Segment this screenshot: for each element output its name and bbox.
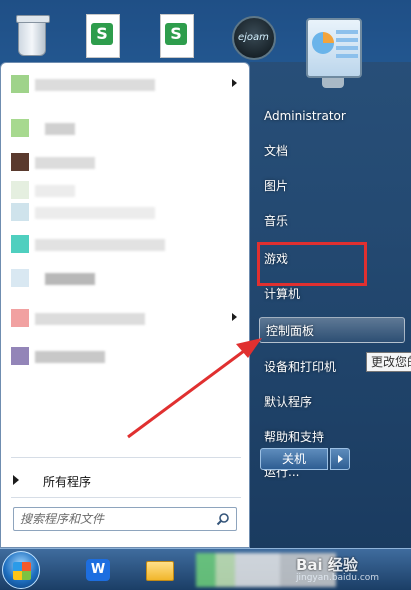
- shutdown-button[interactable]: 关机: [260, 448, 328, 470]
- all-programs-button[interactable]: 所有程序: [1, 465, 251, 495]
- control-panel-link[interactable]: 控制面板: [259, 317, 405, 343]
- start-menu-programs-pane: 所有程序: [0, 62, 250, 548]
- shutdown-options-button[interactable]: [330, 448, 350, 470]
- recent-program-item[interactable]: [5, 229, 243, 259]
- annotation-highlight-box: [257, 242, 367, 286]
- expand-arrow-icon: [13, 475, 19, 485]
- music-link[interactable]: 音乐: [264, 208, 404, 234]
- menu-divider: [11, 497, 241, 498]
- submenu-arrow-icon: [232, 313, 237, 321]
- pictures-link[interactable]: 图片: [264, 173, 404, 199]
- ejoam-app-icon[interactable]: ejoam: [232, 14, 276, 62]
- recent-program-item[interactable]: [5, 263, 243, 293]
- recent-program-item[interactable]: [5, 341, 243, 371]
- recycle-bin-icon[interactable]: [10, 14, 54, 62]
- program-icon: [11, 235, 29, 253]
- search-icon[interactable]: [216, 512, 230, 526]
- recent-program-item[interactable]: [5, 147, 243, 177]
- windows-logo-icon: [13, 562, 31, 580]
- tooltip: 更改您的: [366, 352, 411, 372]
- folder-icon: [146, 561, 174, 581]
- program-icon: [11, 309, 29, 327]
- chevron-right-icon: [338, 455, 343, 463]
- spreadsheet-file-icon[interactable]: S: [86, 14, 120, 58]
- wps-taskbar-button[interactable]: W: [80, 553, 116, 587]
- control-panel-icon: [300, 12, 366, 94]
- program-icon: [11, 75, 29, 93]
- start-button[interactable]: [2, 551, 40, 589]
- all-programs-label: 所有程序: [43, 475, 92, 489]
- help-and-support-link[interactable]: 帮助和支持: [264, 424, 404, 450]
- search-box[interactable]: [13, 507, 237, 531]
- program-icon: [11, 153, 29, 171]
- program-icon: [11, 347, 29, 365]
- recent-program-item[interactable]: [5, 197, 243, 227]
- submenu-arrow-icon: [232, 79, 237, 87]
- start-menu-places-pane: Administrator 文档 图片 音乐 游戏 计算机 控制面板 设备和打印…: [250, 62, 411, 548]
- documents-link[interactable]: 文档: [264, 138, 404, 164]
- program-icon: [11, 269, 29, 287]
- recent-program-item[interactable]: [5, 113, 243, 143]
- program-icon: [11, 119, 29, 137]
- watermark-url: jingyan.baidu.com: [296, 573, 380, 583]
- spreadsheet-file-icon[interactable]: S: [160, 14, 194, 58]
- start-menu: 所有程序 Administrator 文档 图片 音乐 游戏 计算机 控制面板 …: [0, 62, 411, 548]
- recent-program-item[interactable]: [5, 303, 243, 333]
- search-input[interactable]: [20, 511, 210, 527]
- watermark: Bai 经验: [296, 556, 358, 574]
- user-name-link[interactable]: Administrator: [264, 103, 404, 129]
- explorer-taskbar-button[interactable]: [142, 553, 178, 587]
- recent-program-item[interactable]: [5, 69, 243, 99]
- wps-icon: W: [86, 559, 110, 581]
- program-icon: [11, 203, 29, 221]
- default-programs-link[interactable]: 默认程序: [264, 389, 404, 415]
- menu-divider: [11, 457, 241, 458]
